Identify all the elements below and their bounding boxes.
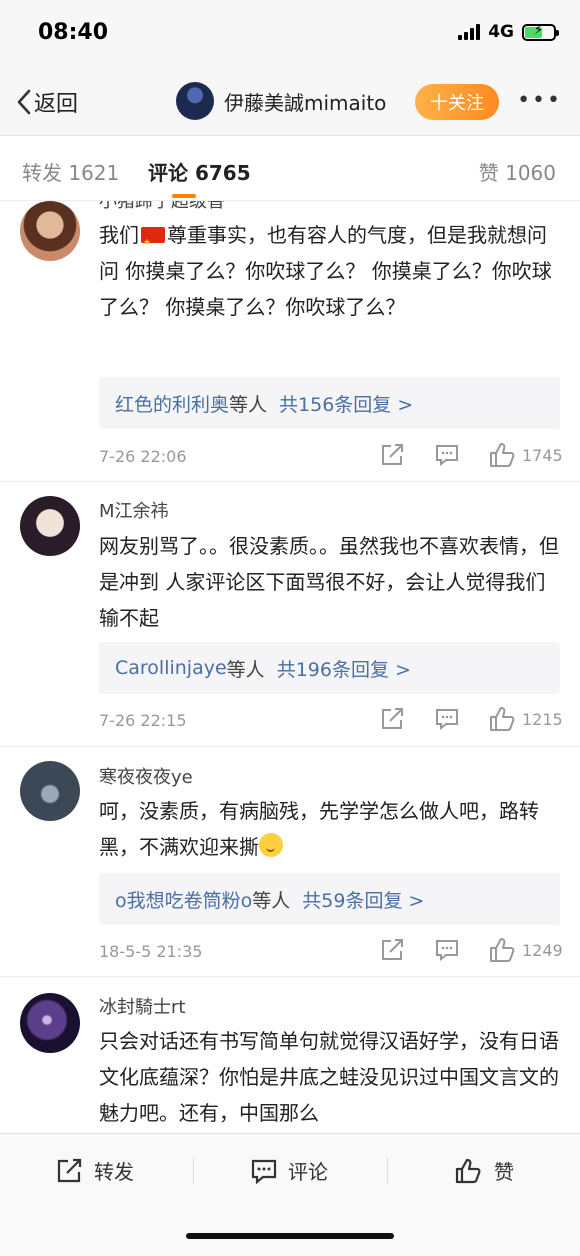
comment-actions: 1215 — [380, 706, 563, 732]
back-label: 返回 — [34, 92, 79, 117]
nav-user-name: 伊藤美誠mimaito — [224, 90, 387, 115]
tab-bar: 转发 1621 评论 6765 赞 1060 — [0, 137, 580, 201]
reply-summary[interactable]: 红色的利利奥 等人 共156条回复 > — [99, 377, 560, 429]
thinking-emoji-icon — [259, 833, 283, 857]
thumbs-up-icon — [490, 938, 515, 962]
comment-text: 我们尊重事实，也有容人的气度，但是我就想问问 你摸桌了么？你吹球了么？ 你摸桌了… — [99, 217, 561, 325]
comment-icon[interactable] — [434, 707, 460, 731]
reply-etc: 等人 — [229, 393, 268, 416]
nav-user[interactable]: 伊藤美誠mimaito — [176, 82, 386, 120]
comment-label: 评论 — [288, 1160, 328, 1184]
avatar[interactable] — [20, 761, 80, 821]
comment-user-name[interactable]: M江余祎 — [99, 497, 169, 523]
china-flag-icon — [141, 225, 165, 261]
comment-user-name[interactable]: 冰封騎士rt — [99, 993, 185, 1019]
follow-button[interactable]: 十关注 — [415, 84, 499, 120]
divider — [387, 1158, 388, 1184]
status-bar: 08:40 4G ⚡ — [0, 0, 580, 70]
like-button[interactable]: 1745 — [488, 442, 563, 468]
like-count: 1215 — [522, 709, 563, 729]
avatar[interactable] — [20, 201, 80, 261]
tab-likes[interactable]: 赞 1060 — [479, 157, 556, 186]
avatar[interactable] — [20, 993, 80, 1053]
comment-icon[interactable] — [434, 938, 460, 962]
share-icon[interactable] — [380, 707, 406, 731]
comment-item: M江余祎 网友别骂了。。很没素质。。虽然我也不喜欢表情，但是冲到 人家评论区下面… — [0, 482, 580, 747]
back-button[interactable]: 返回 — [16, 86, 78, 118]
reply-summary[interactable]: Carollinjaye 等人 共196条回复 > — [99, 642, 560, 694]
status-time: 08:40 — [38, 20, 109, 45]
like-button[interactable]: 赞 — [454, 1156, 514, 1185]
share-icon[interactable] — [380, 938, 406, 962]
share-icon[interactable] — [380, 443, 406, 467]
comment-user-name[interactable]: 小猪蹄子超级香 — [99, 201, 225, 213]
comment-text: 只会对话还有书写简单句就觉得汉语好学，没有日语文化底蕴深？你怕是井底之蛙没见识过… — [99, 1029, 559, 1125]
avatar[interactable] — [20, 496, 80, 556]
reply-user[interactable]: 红色的利利奥 — [115, 390, 229, 417]
comment-text-part: 呵，没素质，有病脑残，先学学怎么做人吧，路转黑，不满欢迎来撕 — [99, 799, 539, 859]
comment-button[interactable]: 评论 — [250, 1156, 328, 1185]
reply-count-link[interactable]: 共196条回复 > — [277, 655, 411, 682]
back-chevron-icon — [17, 89, 31, 115]
battery-icon: ⚡ — [522, 23, 559, 41]
comment-item: 寒夜夜夜ye 呵，没素质，有病脑残，先学学怎么做人吧，路转黑，不满欢迎来撕 o我… — [0, 747, 580, 977]
comment-actions: 1249 — [380, 937, 563, 963]
reply-etc: 等人 — [226, 658, 265, 681]
divider — [193, 1158, 194, 1184]
comment-user-name[interactable]: 寒夜夜夜ye — [99, 763, 193, 789]
reply-etc: 等人 — [252, 889, 291, 912]
tab-comments[interactable]: 评论 6765 — [148, 157, 251, 186]
network-type: 4G — [488, 22, 514, 42]
share-icon — [57, 1158, 82, 1182]
like-label: 赞 — [494, 1160, 514, 1184]
comment-icon — [251, 1159, 277, 1184]
comment-text: 呵，没素质，有病脑残，先学学怎么做人吧，路转黑，不满欢迎来撕 — [99, 793, 561, 865]
comment-actions: 1745 — [380, 442, 563, 468]
reply-summary[interactable]: o我想吃卷筒粉o 等人 共59条回复 > — [99, 873, 560, 925]
like-count: 1249 — [522, 940, 563, 960]
comment-item: 小猪蹄子超级香 我们尊重事实，也有容人的气度，但是我就想问问 你摸桌了么？你吹球… — [0, 201, 580, 482]
thumbs-up-icon — [490, 443, 515, 467]
repost-button[interactable]: 转发 — [56, 1156, 134, 1185]
tab-reposts[interactable]: 转发 1621 — [22, 157, 119, 186]
comment-icon[interactable] — [434, 443, 460, 467]
reply-count-link[interactable]: 共59条回复 > — [302, 886, 424, 913]
like-count: 1745 — [522, 445, 563, 465]
signal-icon — [458, 24, 481, 40]
comment-time: 7-26 22:15 — [99, 711, 187, 730]
home-indicator[interactable] — [186, 1233, 394, 1239]
thumbs-up-icon — [490, 707, 515, 731]
like-button[interactable]: 1249 — [488, 937, 563, 963]
comment-time: 18-5-5 21:35 — [99, 942, 203, 961]
reply-user[interactable]: Carollinjaye — [115, 657, 227, 679]
comment-text: 网友别骂了。。很没素质。。虽然我也不喜欢表情，但是冲到 人家评论区下面骂很不好，… — [99, 534, 559, 630]
reply-user[interactable]: o我想吃卷筒粉o — [115, 886, 252, 913]
more-icon[interactable]: ••• — [517, 88, 562, 113]
comment-text-part: 尊重事实，也有容人的气度，但是我就想问问 你摸桌了么？你吹球了么？ 你摸桌了么？… — [99, 223, 552, 319]
status-indicators: 4G ⚡ — [458, 22, 559, 42]
tab-active-indicator — [172, 194, 196, 198]
comment-text-part: 我们 — [99, 223, 139, 247]
nav-bar: 返回 伊藤美誠mimaito 十关注 ••• — [0, 70, 580, 136]
comment-item: 冰封騎士rt 只会对话还有书写简单句就觉得汉语好学，没有日语文化底蕴深？你怕是井… — [0, 977, 580, 1133]
repost-label: 转发 — [94, 1160, 134, 1184]
comment-time: 7-26 22:06 — [99, 447, 187, 466]
avatar — [176, 82, 214, 120]
reply-count-link[interactable]: 共156条回复 > — [279, 390, 413, 417]
like-button[interactable]: 1215 — [488, 706, 563, 732]
comment-list: 小猪蹄子超级香 我们尊重事实，也有容人的气度，但是我就想问问 你摸桌了么？你吹球… — [0, 201, 580, 1133]
thumbs-up-icon — [455, 1158, 481, 1183]
